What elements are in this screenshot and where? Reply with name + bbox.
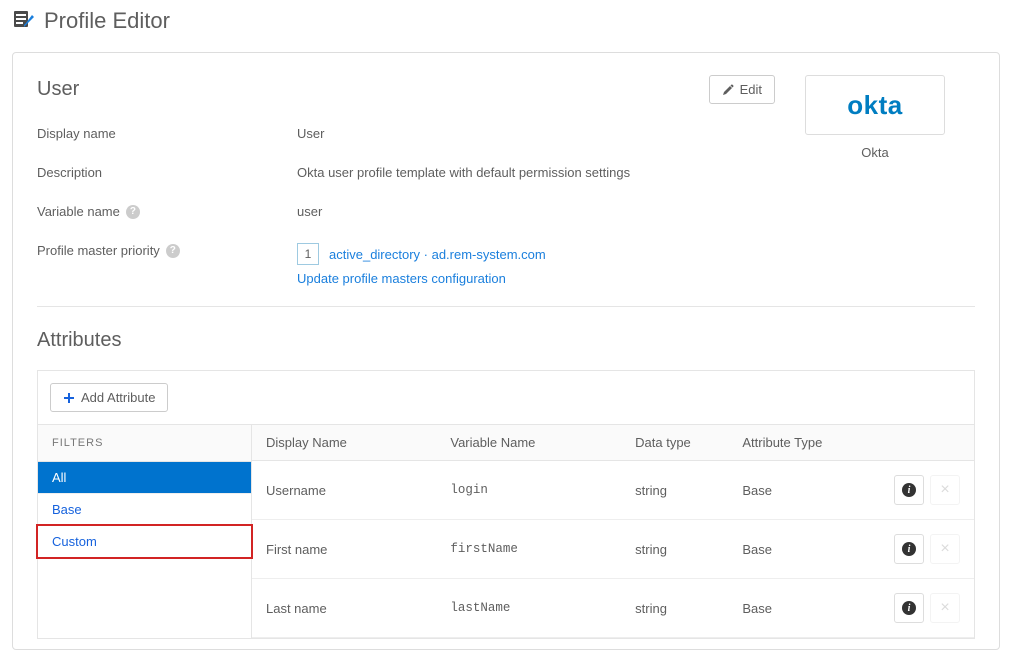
col-display-name: Display Name	[252, 425, 436, 461]
col-variable-name: Variable Name	[436, 425, 621, 461]
pencil-icon	[722, 84, 734, 96]
delete-button: ×	[930, 475, 960, 505]
help-icon[interactable]: ?	[126, 205, 140, 219]
help-icon[interactable]: ?	[166, 244, 180, 258]
add-attribute-label: Add Attribute	[81, 390, 155, 405]
info-icon: i	[902, 483, 916, 497]
info-button[interactable]: i	[894, 593, 924, 623]
info-icon: i	[902, 542, 916, 556]
priority-label: Profile master priority	[37, 243, 160, 258]
page-header: Profile Editor	[12, 8, 1000, 34]
close-icon: ×	[940, 600, 949, 616]
plus-icon	[63, 392, 75, 404]
logo-card: okta	[805, 75, 945, 135]
profile-editor-icon	[12, 9, 36, 33]
cell-variable-name: lastName	[436, 579, 621, 638]
col-actions	[865, 425, 974, 461]
table-row: Last name lastName string Base i ×	[252, 579, 974, 638]
filters-sidebar: FILTERS All Base Custom	[38, 424, 252, 638]
close-icon: ×	[940, 541, 949, 557]
page-title: Profile Editor	[44, 8, 170, 34]
add-attribute-button[interactable]: Add Attribute	[50, 383, 168, 412]
info-button[interactable]: i	[894, 534, 924, 564]
delete-button: ×	[930, 593, 960, 623]
cell-display-name: First name	[252, 520, 436, 579]
variable-name-label: Variable name	[37, 204, 120, 219]
col-data-type: Data type	[621, 425, 728, 461]
display-name-value: User	[297, 126, 775, 141]
logo-caption: Okta	[805, 145, 945, 160]
edit-button[interactable]: Edit	[709, 75, 775, 104]
info-button[interactable]: i	[894, 475, 924, 505]
cell-variable-name: login	[436, 461, 621, 520]
attributes-title: Attributes	[37, 329, 975, 352]
cell-display-name: Username	[252, 461, 436, 520]
filter-all[interactable]: All	[38, 462, 251, 494]
cell-data-type: string	[621, 579, 728, 638]
edit-button-label: Edit	[740, 82, 762, 97]
table-row: First name firstName string Base i ×	[252, 520, 974, 579]
priority-number: 1	[297, 243, 319, 265]
cell-attribute-type: Base	[728, 579, 864, 638]
attributes-box: Add Attribute FILTERS All Base Custom	[37, 370, 975, 639]
cell-data-type: string	[621, 461, 728, 520]
okta-logo: okta	[847, 90, 902, 121]
main-panel: User Edit Display name User Description …	[12, 52, 1000, 650]
priority-source-link[interactable]: active_directory · ad.rem-system.com	[329, 247, 546, 262]
cell-variable-name: firstName	[436, 520, 621, 579]
col-attribute-type: Attribute Type	[728, 425, 864, 461]
description-value: Okta user profile template with default …	[297, 165, 775, 180]
filter-custom[interactable]: Custom	[38, 526, 251, 558]
display-name-label: Display name	[37, 126, 297, 141]
cell-display-name: Last name	[252, 579, 436, 638]
cell-data-type: string	[621, 520, 728, 579]
filters-heading: FILTERS	[38, 424, 251, 462]
filter-custom-label: Custom	[52, 534, 97, 549]
cell-attribute-type: Base	[728, 461, 864, 520]
close-icon: ×	[940, 482, 949, 498]
description-label: Description	[37, 165, 297, 180]
info-icon: i	[902, 601, 916, 615]
variable-name-value: user	[297, 204, 775, 219]
table-row: Username login string Base i ×	[252, 461, 974, 520]
attributes-table: Display Name Variable Name Data type Att…	[252, 424, 974, 638]
delete-button: ×	[930, 534, 960, 564]
cell-attribute-type: Base	[728, 520, 864, 579]
filter-base[interactable]: Base	[38, 494, 251, 526]
update-masters-link[interactable]: Update profile masters configuration	[297, 271, 506, 286]
divider	[37, 306, 975, 307]
user-section-title: User	[37, 78, 79, 101]
